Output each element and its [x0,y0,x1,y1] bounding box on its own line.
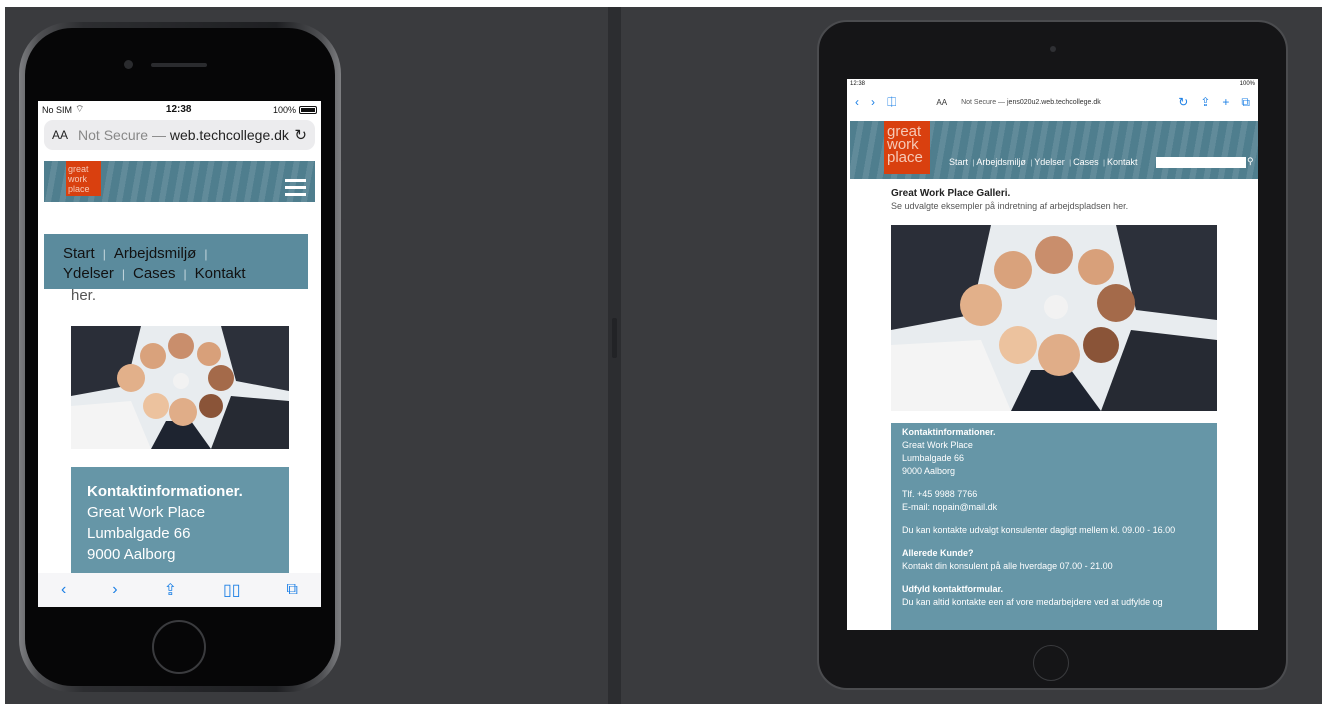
nav-separator: | [204,247,208,261]
ipad-screen: 12:38 100% ‹ › ⎅ AA Not Secure — jens020… [847,79,1258,630]
safari-bottom-toolbar: ‹ › ⇪ ▯▯ ⧉ [38,573,321,607]
nav-item-kontakt[interactable]: Kontakt [195,265,246,282]
ipad-home-button[interactable] [1033,645,1069,681]
nav-item-start[interactable]: Start [949,157,968,167]
nav-item-start[interactable]: Start [63,245,95,262]
site-logo[interactable]: great work place [884,121,930,174]
logo-line: place [68,184,90,194]
nav-item-cases[interactable]: Cases [1073,157,1099,167]
contact-email: E-mail: nopain@mail.dk [902,502,998,512]
iphone-volume-down [15,210,19,260]
battery-icon [299,105,317,114]
nav-separator: | [183,267,187,281]
search-icon[interactable]: ⚲ [1247,156,1254,167]
gallery-intro: Great Work Place Galleri. Se udvalgte ek… [891,188,1221,211]
iphone-address-bar[interactable]: AA Not Secure — web.techcollege.dk ↻ [44,120,315,150]
nav-separator: | [102,247,106,261]
nav-item-ydelser[interactable]: Ydelser [63,265,114,282]
gallery-subtitle: Se udvalgte eksempler på indretning af a… [891,201,1129,211]
form-text: Du kan altid kontakte een af vore medarb… [902,597,1163,607]
team-photo [891,225,1217,411]
battery-percent: 100% [1239,81,1255,87]
hamburger-menu-icon[interactable] [285,179,306,200]
contact-line: Lumbalgade 66 [87,525,191,542]
nav-item-cases[interactable]: Cases [133,265,176,282]
site-nav: Start | Arbejdsmiljø | Ydelser | Cases | Kon… [949,157,1137,167]
site-logo[interactable]: great work place [66,161,101,196]
new-tab-icon[interactable]: + [1222,95,1229,110]
ipad-camera [1050,46,1056,52]
wifi-icon: ⌔ [75,104,85,115]
site-header: great work place [44,161,315,202]
ipad-address-bar[interactable]: AA Not Secure — jens020u2.web.techcolleg… [919,93,1119,111]
nav-separator: | [121,267,125,281]
nav-item-kontakt[interactable]: Kontakt [1107,157,1138,167]
contact-hours: Du kan kontakte udvalgt konsulenter dagl… [902,525,1176,535]
status-time: 12:38 [850,81,866,87]
logo-line: place [887,149,923,166]
iphone-screen: No SIM ⌔ 12:38 100% AA Not Secure — web.… [38,101,321,607]
nav-item-arbejdsmiljo[interactable]: Arbejdsmiljø [114,245,197,262]
tabs-icon[interactable]: ⧉ [1241,95,1250,110]
contact-title: Kontaktinformationer. [87,483,243,500]
iphone-mute-switch [15,100,19,130]
team-photo [71,326,289,449]
contact-line: 9000 Aalborg [87,546,176,563]
iphone-home-button[interactable] [152,620,206,674]
contact-line: 9000 Aalborg [902,466,956,476]
gallery-title: Great Work Place Galleri. [891,188,1011,199]
forward-icon[interactable]: › [112,581,117,599]
reader-aa-button[interactable]: AA [936,98,947,107]
share-icon[interactable]: ⇪ [164,580,177,600]
security-label: Not Secure — [78,127,166,143]
carrier-label: No SIM [42,104,73,115]
logo-line: work [68,174,88,184]
status-time: 12:38 [165,104,192,115]
reader-aa-button[interactable]: AA [52,128,68,142]
share-icon[interactable]: ⇪ [1200,95,1210,110]
tabs-icon[interactable]: ⧉ [287,581,298,599]
search-input[interactable] [1156,157,1246,168]
contact-line: Great Work Place [87,504,206,521]
bookmarks-icon[interactable]: ▯▯ [223,580,241,600]
contact-line: Lumbalgade 66 [902,453,965,463]
page-text-behind-menu: her. [71,287,97,304]
iphone-power-button [341,160,345,220]
nav-item-arbejdsmiljo[interactable]: Arbejdsmiljø [976,157,1026,167]
security-label: Not Secure — [961,98,1006,106]
mobile-nav-menu: Start | Arbejdsmiljø | Ydelser | Cases | Kontak… [44,234,308,289]
iphone-camera [124,60,133,69]
pane-divider-handle[interactable] [612,318,617,358]
reload-icon[interactable]: ↻ [1178,95,1188,110]
battery-percent: 100% [272,104,296,115]
nav-item-ydelser[interactable]: Ydelser [1034,157,1065,167]
customer-text: Kontakt din konsulent på alle hverdage 0… [902,561,1113,571]
bookmarks-icon[interactable]: ⎅ [887,95,897,110]
site-header: great work place Start | Arbejdsmiljø | Yd… [850,121,1258,179]
iphone-status-bar: No SIM ⌔ 12:38 100% [38,101,321,118]
ipad-status-bar: 12:38 100% [847,79,1258,89]
iphone-volume-up [15,150,19,200]
contact-box: Kontaktinformationer. Great Work Place L… [891,423,1217,630]
url-host: jens020u2.web.techcollege.dk [1007,98,1101,106]
contact-phone: Tlf. +45 9988 7766 [902,489,978,499]
url-host: web.techcollege.dk [169,127,289,143]
back-icon[interactable]: ‹ [855,95,859,109]
url-text[interactable]: Not Secure — web.techcollege.dk [78,127,294,143]
customer-title: Allerede Kunde? [902,548,974,558]
contact-line: Great Work Place [902,440,973,450]
logo-line: great [68,164,89,174]
back-icon[interactable]: ‹ [61,581,66,599]
form-title: Udfyld kontaktformular. [902,584,1004,594]
reload-icon[interactable]: ↻ [294,126,307,144]
iphone-speaker [151,63,207,67]
forward-icon[interactable]: › [871,95,875,109]
contact-title: Kontaktinformationer. [902,427,996,437]
ipad-address-toolbar: ‹ › ⎅ AA Not Secure — jens020u2.web.tech… [847,89,1258,115]
